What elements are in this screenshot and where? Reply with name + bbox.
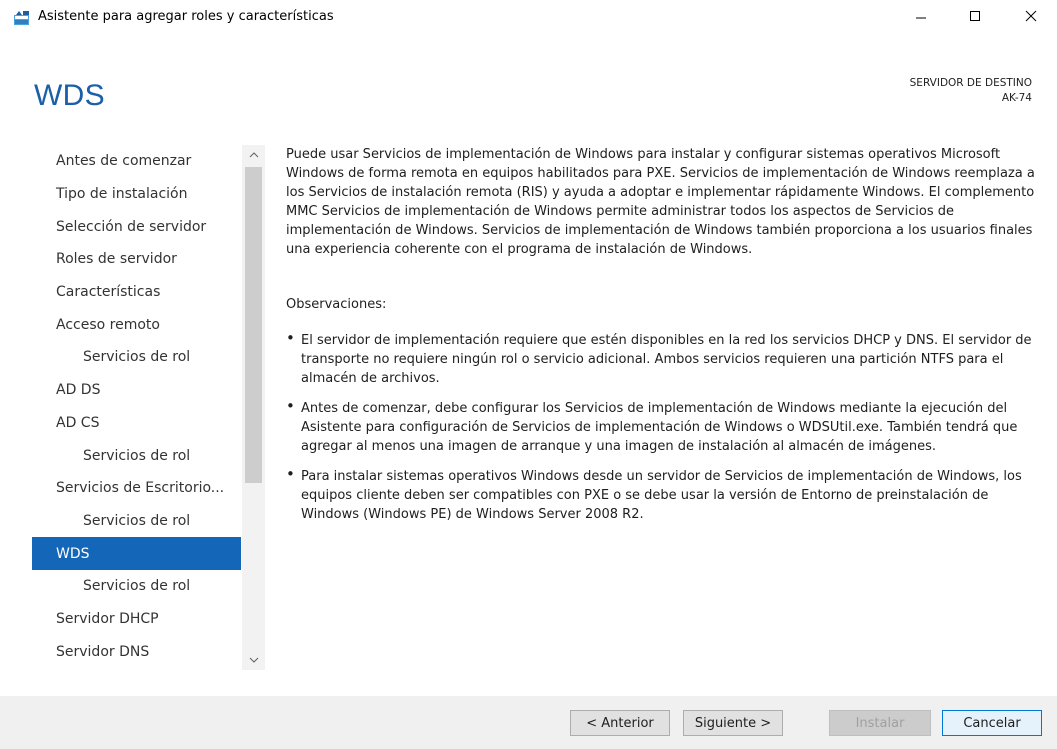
sidebar-item[interactable]: Antes de comenzar bbox=[32, 145, 241, 178]
scroll-thumb[interactable] bbox=[245, 167, 262, 483]
cancel-button[interactable]: Cancelar bbox=[942, 710, 1042, 736]
nav-scrollbar[interactable] bbox=[242, 145, 265, 670]
chevron-down-icon bbox=[249, 657, 258, 663]
page-title: WDS bbox=[34, 79, 105, 112]
scroll-down-button[interactable] bbox=[242, 650, 265, 670]
sidebar-item[interactable]: Roles de servidor bbox=[32, 243, 241, 276]
close-button[interactable] bbox=[1008, 0, 1054, 32]
content-pane: Puede usar Servicios de implementación d… bbox=[286, 145, 1038, 535]
minimize-icon bbox=[916, 17, 926, 19]
destination-label: SERVIDOR DE DESTINO bbox=[909, 77, 1032, 89]
close-icon bbox=[1025, 10, 1037, 22]
sidebar-item[interactable]: Servidor DNS bbox=[32, 635, 241, 668]
wizard-nav: Antes de comenzar Tipo de instalación Sele… bbox=[32, 145, 241, 670]
back-button[interactable]: < Anterior bbox=[570, 710, 670, 736]
sidebar-item[interactable]: Selección de servidor bbox=[32, 210, 241, 243]
list-item: El servidor de implementación requiere q… bbox=[286, 329, 1038, 388]
sidebar-item[interactable]: WDS bbox=[32, 537, 241, 570]
maximize-button[interactable] bbox=[952, 0, 998, 32]
destination-server: SERVIDOR DE DESTINO AK-74 bbox=[910, 76, 1032, 106]
window-title: Asistente para agregar roles y caracterí… bbox=[38, 9, 334, 24]
list-item: Para instalar sistemas operativos Window… bbox=[286, 465, 1038, 524]
next-button[interactable]: Siguiente > bbox=[683, 710, 783, 736]
sidebar-item[interactable]: Servicios de rol bbox=[32, 505, 241, 538]
scroll-up-button[interactable] bbox=[242, 145, 265, 165]
sidebar-item[interactable]: Servicios de rol bbox=[32, 570, 241, 603]
sidebar-item[interactable]: Características bbox=[32, 276, 241, 309]
chevron-up-icon bbox=[249, 152, 258, 158]
sidebar-item[interactable]: Servicios de rol bbox=[32, 439, 241, 472]
sidebar-item[interactable]: Acceso remoto bbox=[32, 308, 241, 341]
minimize-button[interactable] bbox=[898, 0, 944, 32]
server-wizard-icon bbox=[13, 10, 31, 26]
role-description: Puede usar Servicios de implementación d… bbox=[286, 147, 1035, 257]
title-bar: Asistente para agregar roles y caracterí… bbox=[0, 0, 1057, 36]
sidebar-item[interactable]: AD DS bbox=[32, 374, 241, 407]
install-button[interactable]: Instalar bbox=[829, 710, 931, 736]
observations-heading: Observaciones: bbox=[286, 297, 387, 312]
sidebar-item[interactable]: Servicios de Escritorio... bbox=[32, 472, 241, 505]
destination-server-name: AK-74 bbox=[1001, 92, 1032, 104]
list-item: Antes de comenzar, debe configurar los S… bbox=[286, 397, 1038, 456]
observations-list: El servidor de implementación requiere q… bbox=[286, 329, 1038, 524]
maximize-icon bbox=[970, 11, 980, 21]
sidebar-item[interactable]: Servicios de rol bbox=[32, 341, 241, 374]
footer-bar: < Anterior Siguiente > Instalar Cancelar bbox=[0, 696, 1057, 749]
sidebar-item[interactable]: Tipo de instalación bbox=[32, 178, 241, 211]
sidebar-item[interactable]: AD CS bbox=[32, 407, 241, 440]
sidebar-item[interactable]: Servidor DHCP bbox=[32, 603, 241, 636]
